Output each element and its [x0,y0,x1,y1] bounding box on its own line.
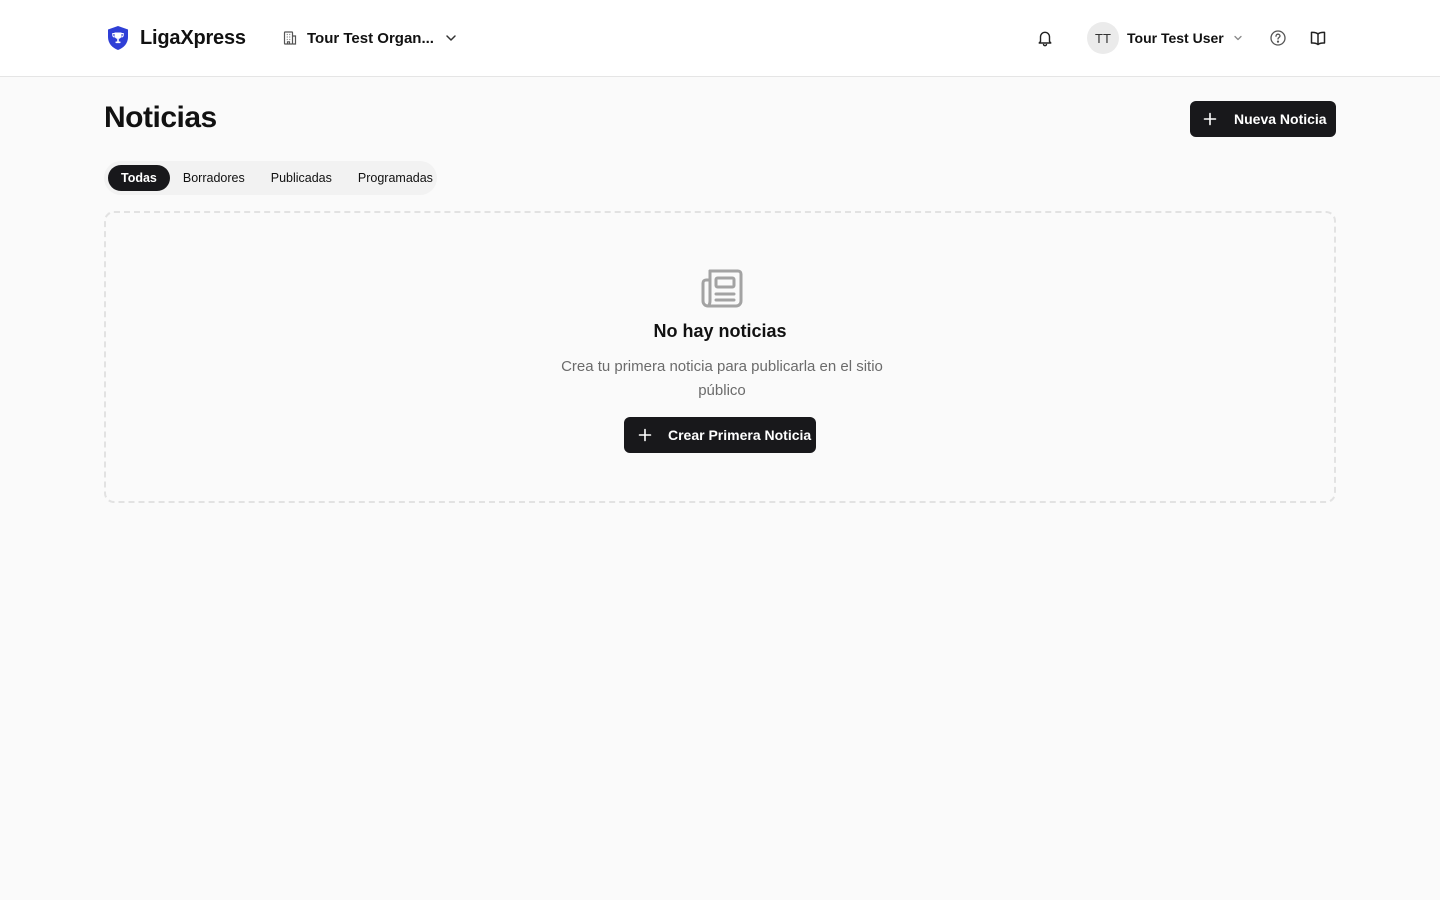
organization-name: Tour Test Organ... [307,29,434,47]
shield-trophy-icon[interactable] [106,25,130,51]
empty-state: No hay noticias Crea tu primera noticia … [104,211,1336,503]
tab-programadas[interactable]: Programadas [345,165,446,191]
user-menu[interactable]: TT Tour Test User [1087,22,1244,54]
status-tabs: Todas Borradores Publicadas Programadas [104,161,437,195]
create-first-news-button-label: Crear Primera Noticia [668,427,812,443]
new-news-button-label: Nueva Noticia [1234,111,1327,127]
building-icon [283,31,297,45]
bell-icon[interactable] [1036,29,1054,47]
create-first-news-button[interactable]: Crear Primera Noticia [624,417,816,453]
tab-borradores[interactable]: Borradores [170,165,258,191]
plus-icon [638,428,652,442]
top-navbar: LigaXpress Tour Test Organ... TT Tour Te… [0,0,1440,77]
new-news-button[interactable]: Nueva Noticia [1190,101,1336,137]
organization-switcher[interactable]: Tour Test Organ... [282,27,458,49]
chevron-down-icon [446,35,456,41]
brand-name[interactable]: LigaXpress [140,27,246,50]
empty-state-title: No hay noticias [653,321,787,341]
chevron-down-icon [1234,35,1242,41]
book-open-icon[interactable] [1309,29,1327,47]
help-circle-icon[interactable] [1269,29,1287,47]
newspaper-icon [701,269,743,308]
page-title: Noticias [104,101,217,134]
avatar: TT [1087,22,1119,54]
user-name: Tour Test User [1127,30,1224,46]
plus-icon [1203,112,1217,126]
tab-todas[interactable]: Todas [108,165,170,191]
tab-publicadas[interactable]: Publicadas [258,165,345,191]
empty-state-description: Crea tu primera noticia para publicarla … [561,358,883,399]
